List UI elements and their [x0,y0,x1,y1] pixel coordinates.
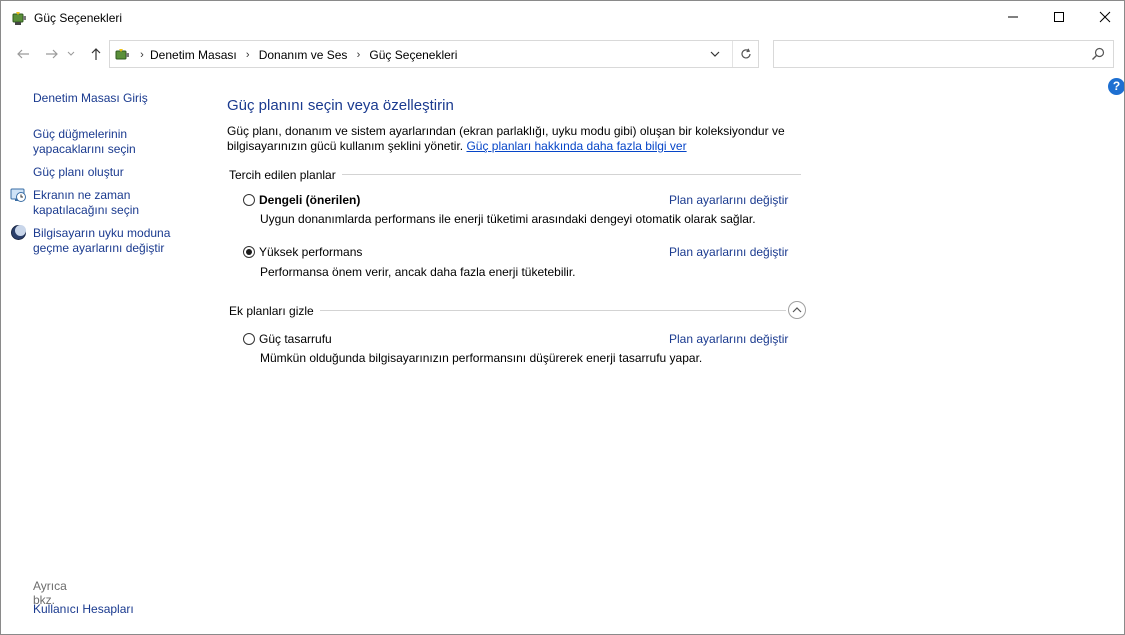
chevron-up-icon [792,307,802,313]
plan-description: Mümkün olduğunda bilgisayarınızın perfor… [260,351,703,365]
change-plan-settings-link[interactable]: Plan ayarlarını değiştir [669,245,788,259]
intro-line: Güç planı, donanım ve sistem ayarlarında… [227,124,785,138]
minimize-icon [1008,16,1018,18]
plan-name[interactable]: Dengeli (önerilen) [259,193,360,207]
breadcrumb-separator[interactable]: › [237,49,259,61]
forward-button[interactable] [43,45,61,63]
navigation-bar: › Denetim Masası › Donanım ve Ses › Güç … [1,39,1124,69]
plan-name[interactable]: Güç tasarrufu [259,332,332,346]
maximize-icon [1054,12,1064,22]
breadcrumb-item[interactable]: Güç Seçenekleri [369,48,457,62]
breadcrumb-separator[interactable]: › [347,49,369,61]
sidebar-item-power-buttons[interactable]: Güç düğmelerinin yapacaklarını seçin [33,127,136,157]
change-plan-settings-link[interactable]: Plan ayarlarını değiştir [669,332,788,346]
help-button[interactable]: ? [1108,78,1124,95]
chevron-down-icon [710,51,720,57]
breadcrumb-item[interactable]: Denetim Masası [150,48,237,62]
plan-radio-power-saver[interactable] [243,333,255,345]
close-icon [1099,11,1111,23]
sidebar-item-label: geçme ayarlarını değiştir [33,241,165,255]
learn-more-link[interactable]: Güç planları hakkında daha fazla bilgi v… [466,139,686,153]
collapse-button[interactable] [788,301,806,319]
sidebar-item-label: yapacaklarını seçin [33,142,136,156]
up-button[interactable] [87,45,105,63]
back-arrow-icon [17,49,29,59]
moon-sleep-icon [10,224,27,241]
breadcrumb: › Denetim Masası › Donanım ve Ses › Güç … [134,48,457,62]
preferred-plans-label: Tercih edilen planlar [229,168,342,182]
chevron-down-icon [67,51,75,56]
breadcrumb-item[interactable]: Donanım ve Ses [259,48,348,62]
window-title: Güç Seçenekleri [34,11,123,25]
sidebar-item-label: Güç düğmelerinin [33,127,128,141]
display-clock-icon [10,187,27,204]
title-bar[interactable]: Güç Seçenekleri [1,1,1124,35]
address-bar[interactable]: › Denetim Masası › Donanım ve Ses › Güç … [109,40,759,68]
close-button[interactable] [1082,1,1124,33]
address-history-button[interactable] [702,41,728,67]
sidebar-item-sleep-settings[interactable]: Bilgisayarın uyku moduna geçme ayarların… [33,226,170,256]
intro-line: bilgisayarınızın gücü kullanım şeklini y… [227,139,464,153]
plan-name[interactable]: Yüksek performans [259,245,362,259]
sidebar-item-label: Ekranın ne zaman [33,188,131,202]
sidebar-item-user-accounts[interactable]: Kullanıcı Hesapları [33,602,134,617]
plan-radio-balanced[interactable] [243,194,255,206]
search-icon [1092,47,1105,60]
plan-description: Uygun donanımlarda performans ile enerji… [260,212,756,226]
control-panel-icon [114,46,132,64]
plan-radio-high-performance[interactable] [243,246,255,258]
up-arrow-icon [91,48,101,60]
intro-text: Güç planı, donanım ve sistem ayarlarında… [227,124,807,154]
refresh-button[interactable] [732,41,759,67]
power-options-app-icon [11,9,29,27]
sidebar-item-label: Bilgisayarın uyku moduna [33,226,171,240]
page-title: Güç planını seçin veya özelleştirin [227,97,454,114]
sidebar-item-display-off[interactable]: Ekranın ne zaman kapatılacağını seçin [33,188,139,218]
breadcrumb-separator: › [140,49,144,61]
forward-arrow-icon [46,49,58,59]
sidebar-item-label: kapatılacağını seçin [33,203,140,217]
sidebar-item-control-panel-home[interactable]: Denetim Masası Giriş [33,91,148,106]
power-options-window: Güç Seçenekleri › Denetim Masası › Donan… [0,0,1125,635]
plan-description: Performansa önem verir, ancak daha fazla… [260,265,576,279]
recent-locations-button[interactable] [65,45,77,63]
search-input[interactable] [773,40,1114,68]
back-button[interactable] [14,45,32,63]
maximize-button[interactable] [1036,1,1082,33]
intro-line-2: bilgisayarınızın gücü kullanım şeklini y… [227,139,807,154]
hide-additional-plans-label[interactable]: Ek planları gizle [229,304,320,318]
minimize-button[interactable] [990,1,1036,33]
sidebar-item-create-power-plan[interactable]: Güç planı oluştur [33,165,124,180]
refresh-icon [741,48,751,59]
change-plan-settings-link[interactable]: Plan ayarlarını değiştir [669,193,788,207]
